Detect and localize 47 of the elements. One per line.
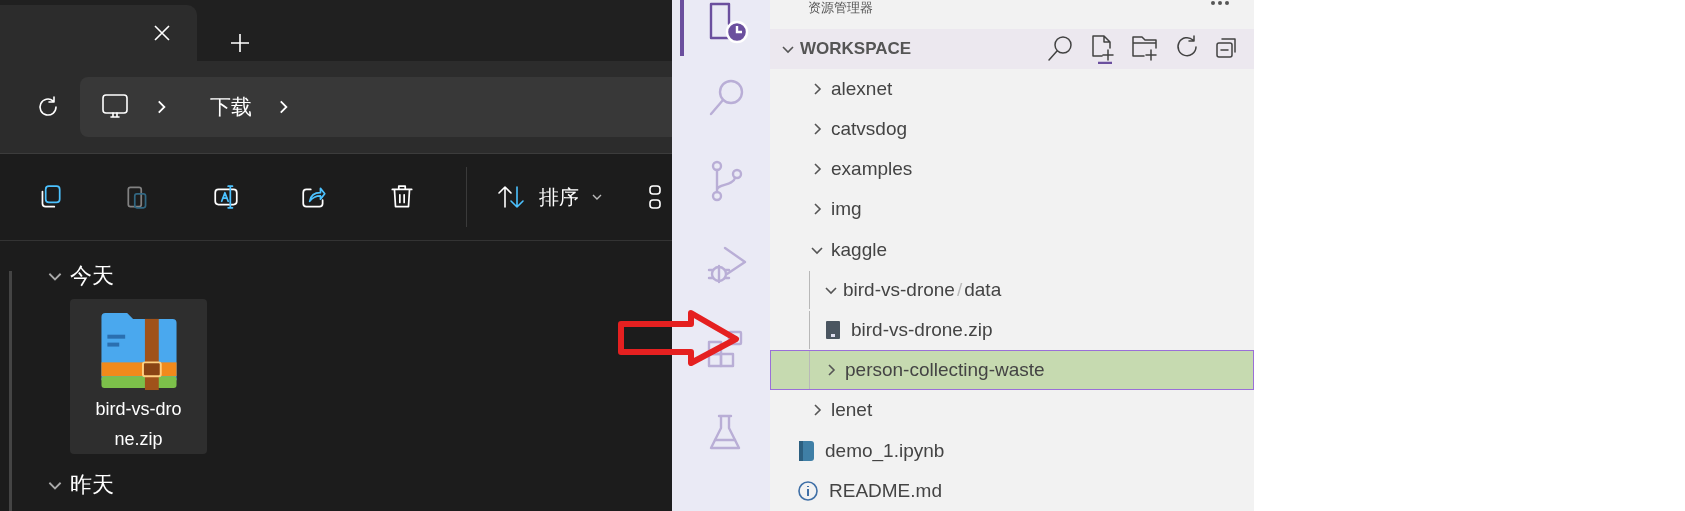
folder-name: data: [964, 278, 1002, 301]
folder-name: person-collecting-waste: [845, 359, 1045, 382]
tree-item[interactable]: examples: [770, 149, 1254, 190]
folder-name: alexnet: [831, 77, 893, 100]
more-actions-icon[interactable]: [1210, 0, 1230, 6]
tree-item[interactable]: bird-vs-drone/data: [770, 269, 1254, 310]
tree-item[interactable]: demo_1.ipynb: [770, 430, 1254, 471]
search-icon[interactable]: [1046, 34, 1074, 62]
file-name: bird-vs-drone.zip: [94, 398, 183, 451]
address-bar[interactable]: 下载: [80, 77, 672, 137]
tree-item[interactable]: README.md: [770, 470, 1254, 511]
file-name: README.md: [829, 479, 942, 502]
notebook-icon: [797, 439, 815, 462]
folder-name: bird-vs-drone: [843, 278, 955, 301]
more-icon[interactable]: [649, 182, 661, 212]
refresh-icon[interactable]: [36, 95, 60, 119]
folder-name: img: [831, 198, 862, 221]
folder-name: lenet: [831, 399, 873, 422]
tree-item[interactable]: alexnet: [770, 68, 1254, 109]
sidebar-title: 资源管理器: [808, 0, 873, 17]
file-name: bird-vs-drone.zip: [851, 319, 993, 342]
trash-icon[interactable]: [388, 183, 416, 211]
archive-file-icon: [825, 320, 841, 341]
breadcrumb-item[interactable]: 下载: [210, 93, 252, 121]
sort-icon: [497, 184, 527, 210]
file-name: demo_1.ipynb: [825, 439, 945, 462]
tree-item[interactable]: img: [770, 189, 1254, 230]
tree-item[interactable]: catvsdog: [770, 108, 1254, 150]
folder-name: kaggle: [831, 238, 887, 261]
tree-item[interactable]: kaggle: [770, 229, 1254, 270]
rename-icon[interactable]: [212, 183, 240, 211]
path-separator: /: [956, 278, 963, 301]
new-folder-icon[interactable]: [1130, 34, 1160, 62]
file-tile[interactable]: bird-vs-drone.zip: [70, 299, 207, 454]
close-icon[interactable]: [153, 24, 171, 42]
group-header: 今天: [70, 262, 114, 290]
section-header[interactable]: WORKSPACE: [770, 29, 1254, 69]
plus-icon[interactable]: [230, 33, 250, 53]
tree-item[interactable]: bird-vs-drone.zip: [770, 309, 1254, 351]
folder-name: catvsdog: [831, 117, 908, 140]
group-header: 昨天: [70, 471, 114, 499]
tree-item[interactable]: lenet: [770, 390, 1254, 431]
folder-name: examples: [831, 158, 913, 181]
section-title: WORKSPACE: [800, 39, 913, 59]
info-icon: [797, 479, 819, 502]
sort-button[interactable]: 排序: [497, 183, 603, 211]
tree-item[interactable]: person-collecting-waste: [770, 350, 1254, 391]
